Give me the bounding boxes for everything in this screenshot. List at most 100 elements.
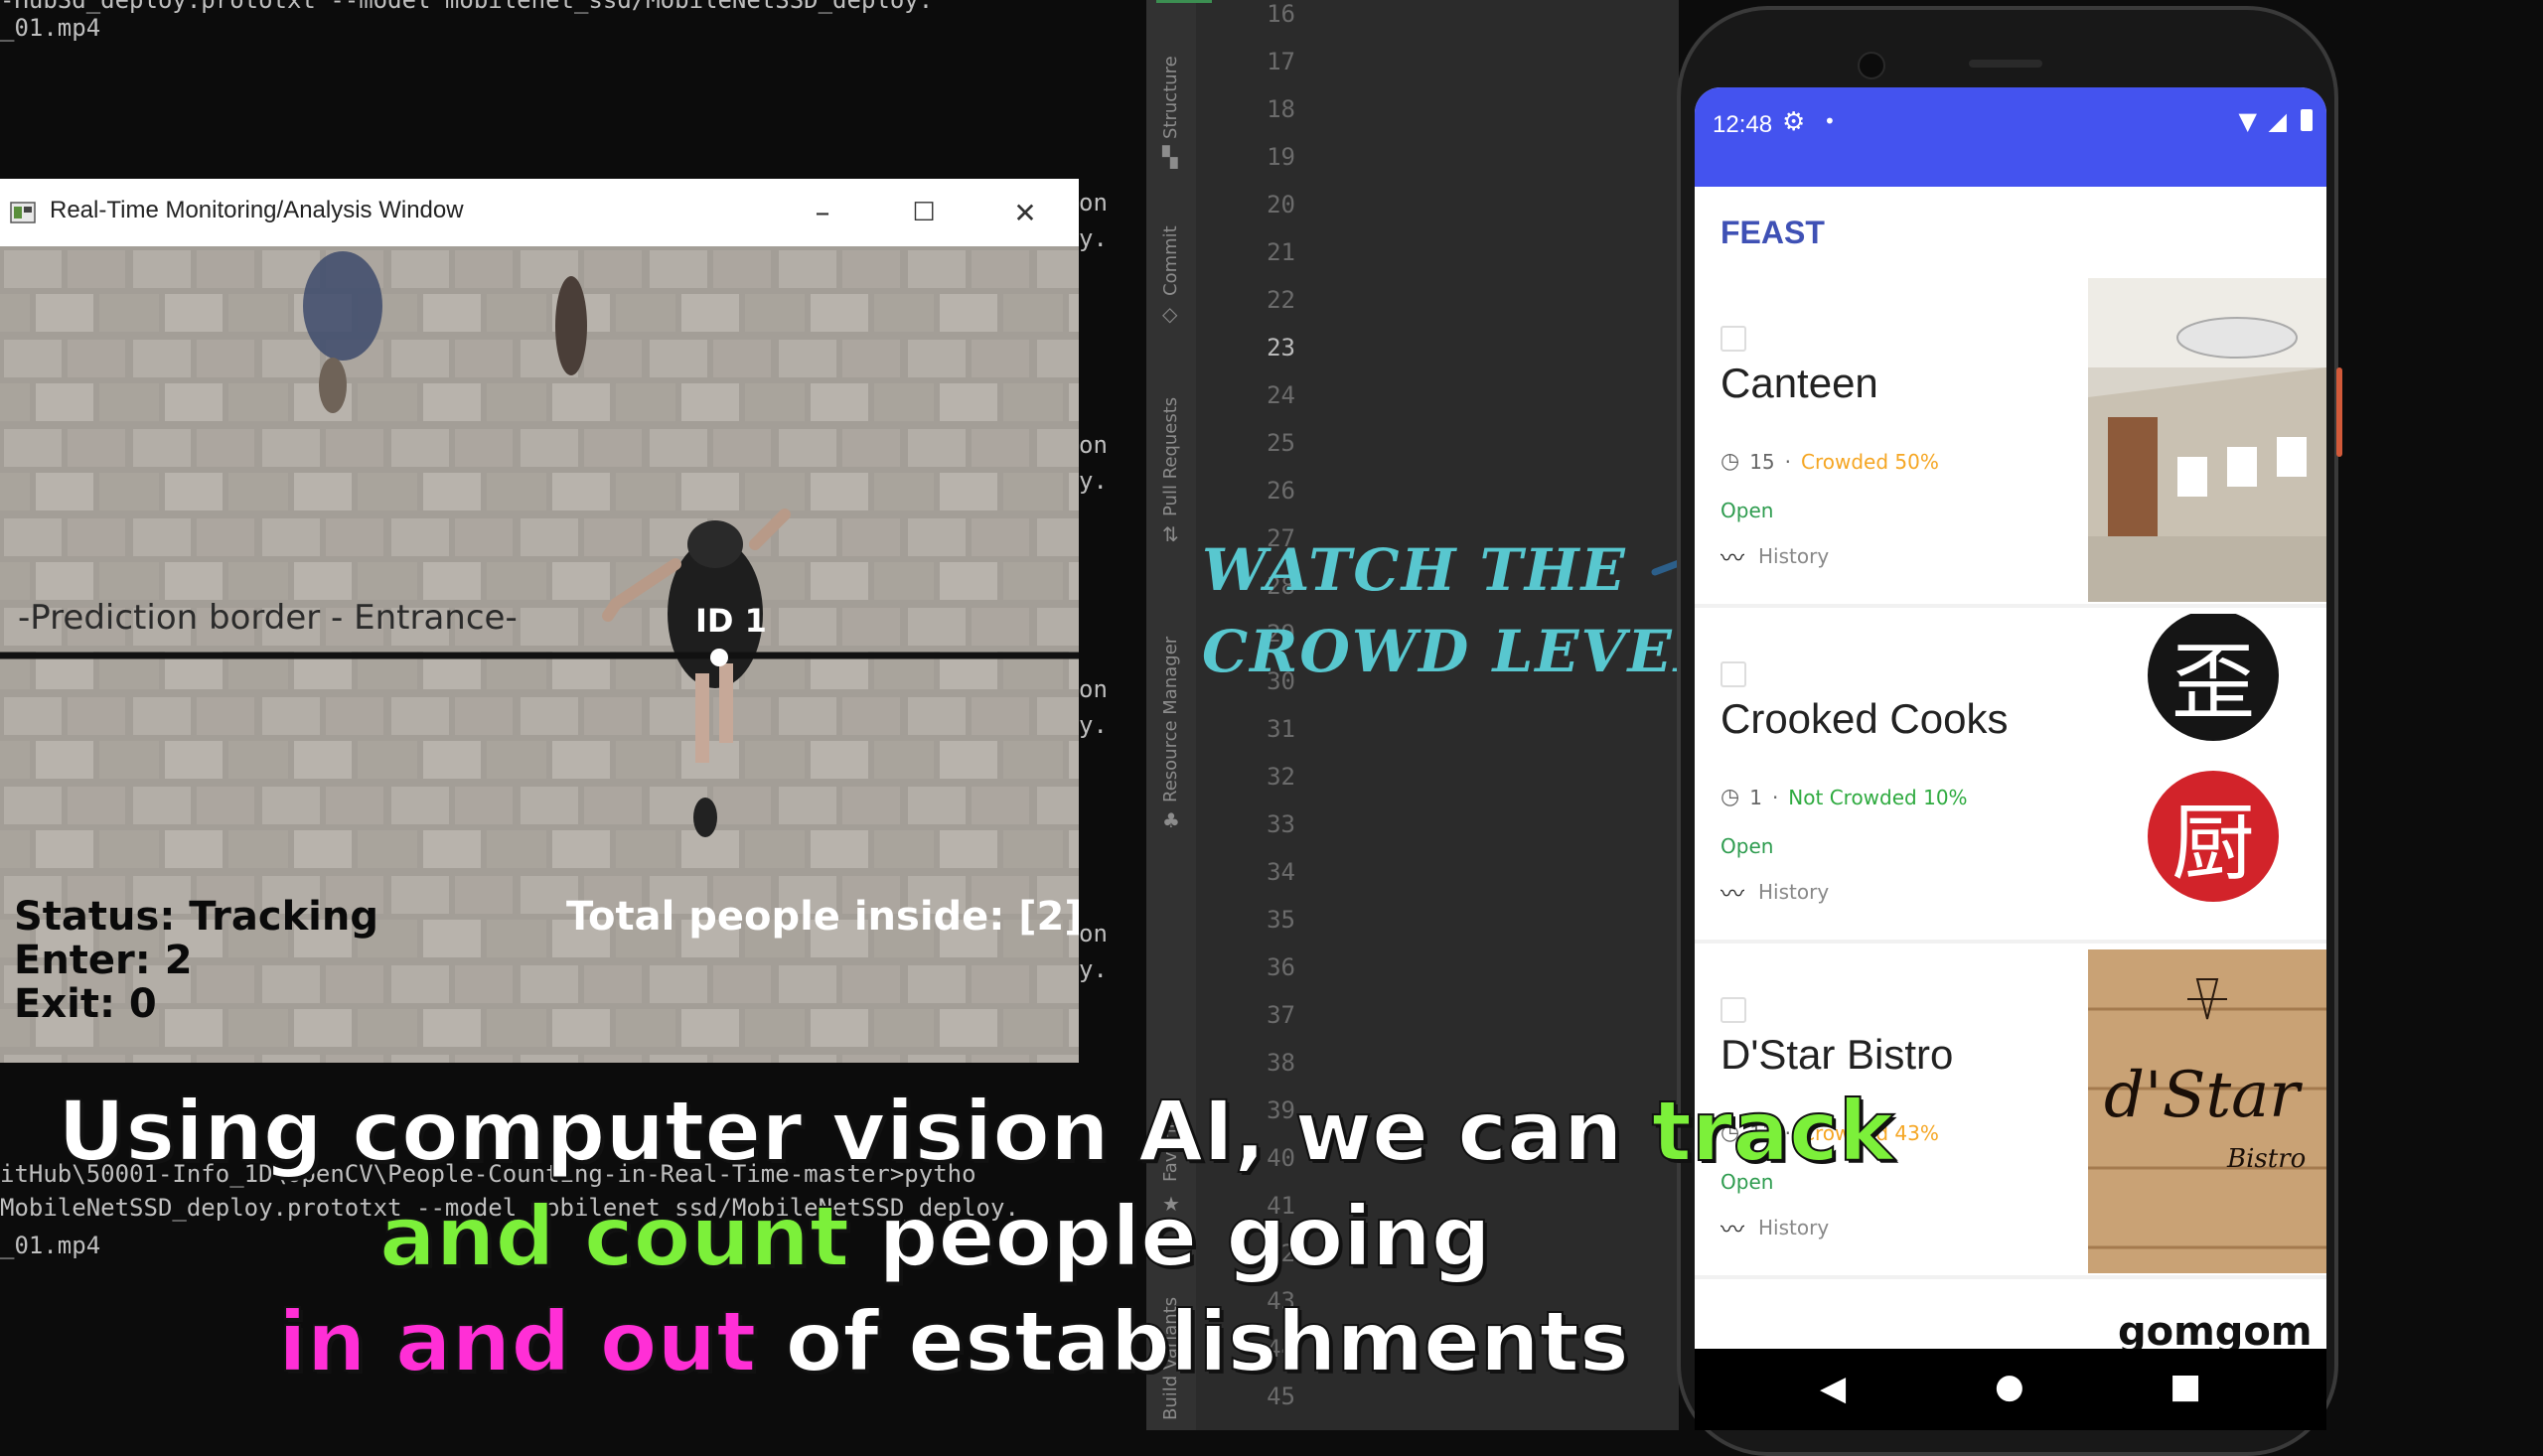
callout-line-1: WATCH THE: [1202, 536, 1627, 604]
minimize-button[interactable]: –: [773, 179, 872, 246]
line-number: 22: [1267, 286, 1295, 314]
close-button[interactable]: ✕: [975, 179, 1075, 246]
terminal-fragment: on: [1079, 920, 1108, 947]
card-divider: [1695, 940, 2326, 944]
notification-dot-icon: •: [1824, 109, 1836, 133]
total-people-inside: Total people inside: [2]: [566, 894, 1079, 940]
dstar-logo-text: d'Star: [2104, 1059, 2300, 1132]
structure-icon[interactable]: ▚: [1162, 145, 1177, 169]
separator-dot: ·: [1771, 785, 1779, 809]
favorite-checkbox[interactable]: [1720, 997, 1746, 1023]
line-number: 34: [1267, 858, 1295, 886]
favorite-checkbox[interactable]: [1720, 326, 1746, 352]
terminal-line: _01.mp4: [0, 1232, 101, 1259]
commit-icon[interactable]: ◇: [1162, 302, 1177, 326]
pull-request-icon[interactable]: ⇅: [1162, 522, 1179, 546]
history-label: History: [1758, 879, 1830, 904]
next-card-logo: gomgom: [2118, 1309, 2313, 1349]
subtitle-line-3: in and out of establishments: [277, 1292, 1630, 1391]
line-number: 31: [1267, 715, 1295, 743]
line-number: 21: [1267, 238, 1295, 266]
tool-structure[interactable]: Structure: [1160, 56, 1181, 139]
card-divider: [1695, 1275, 2326, 1279]
open-status: Open: [1720, 834, 1774, 858]
restaurant-name: Canteen: [1720, 360, 1878, 406]
clock-icon: ◷: [1720, 449, 1740, 474]
resource-manager-icon[interactable]: ♣: [1162, 808, 1180, 832]
line-number: 32: [1267, 763, 1295, 791]
maximize-button[interactable]: ☐: [874, 179, 973, 246]
crowd-level: Crowded 50%: [1801, 449, 1939, 474]
terminal-line: -HubSd_deploy.prototxt --model mobilenet…: [0, 0, 934, 14]
video-feed: -Prediction border - Entrance- ID 1 Stat…: [0, 246, 1079, 1063]
tool-commit[interactable]: Commit: [1160, 225, 1181, 296]
subtitle-text: of establishments: [756, 1292, 1630, 1391]
subtitle-highlight-green: and count: [378, 1187, 850, 1286]
canteen-photo: [2088, 278, 2326, 602]
terminal-line: _01.mp4: [0, 14, 101, 42]
app-title: FEAST: [1720, 215, 1825, 250]
restaurant-name: Crooked Cooks: [1720, 695, 2009, 742]
track-id-label: ID 1: [695, 602, 767, 640]
line-number: 26: [1267, 477, 1295, 505]
line-number: 16: [1267, 0, 1295, 28]
power-button[interactable]: [2336, 367, 2342, 457]
enter-count: Enter: 2: [14, 938, 193, 983]
trend-icon: 〰: [1720, 880, 1744, 908]
status-text: Status: Tracking: [14, 894, 378, 940]
tool-pull-requests[interactable]: Pull Requests: [1160, 397, 1181, 516]
line-number: 38: [1267, 1049, 1295, 1077]
crooked-logo-black: 歪: [2148, 614, 2279, 741]
back-icon[interactable]: ◀: [1820, 1369, 1846, 1408]
recents-icon[interactable]: ■: [2169, 1367, 2201, 1406]
terminal-fragment: y.: [1079, 467, 1108, 495]
separator-dot: ·: [1784, 449, 1792, 474]
window-title: Real-Time Monitoring/Analysis Window: [50, 197, 464, 223]
history-link[interactable]: 〰 History: [1720, 874, 1829, 909]
clock-icon: ◷: [1720, 785, 1740, 809]
restaurant-card-canteen[interactable]: Canteen ◷ 15 · Crowded 50% Open 〰 Histor…: [1695, 278, 2326, 606]
line-number: 18: [1267, 95, 1295, 123]
home-icon[interactable]: ●: [1995, 1367, 2024, 1406]
terminal-fragment: on: [1079, 675, 1108, 703]
callout-line-2: CROWD LEVEL!: [1202, 618, 1743, 685]
line-number: 17: [1267, 48, 1295, 75]
status-time: 12:48: [1713, 111, 1773, 138]
signal-icon: ◢: [2268, 107, 2287, 135]
subtitle-highlight-green: track: [1651, 1082, 1895, 1181]
restaurant-name: D'Star Bistro: [1720, 1031, 1954, 1078]
front-camera: [1858, 52, 1885, 79]
crooked-logo-red: 厨: [2148, 771, 2279, 902]
subtitle-line-2: and count people going: [378, 1187, 1492, 1286]
window-titlebar[interactable]: Real-Time Monitoring/Analysis Window – ☐…: [0, 179, 1079, 246]
trend-icon: 〰: [1720, 1216, 1744, 1243]
open-status: Open: [1720, 499, 1774, 522]
monitoring-window: Real-Time Monitoring/Analysis Window – ☐…: [0, 179, 1079, 1063]
history-link[interactable]: 〰 History: [1720, 1210, 1829, 1244]
wait-count: 1: [1749, 785, 1762, 809]
exit-count: Exit: 0: [14, 981, 157, 1027]
line-number: 37: [1267, 1001, 1295, 1029]
line-number: 20: [1267, 191, 1295, 218]
app-icon: [10, 202, 36, 223]
terminal-fragment: on: [1079, 189, 1108, 217]
line-number: 35: [1267, 906, 1295, 934]
line-number: 25: [1267, 429, 1295, 457]
favorite-checkbox[interactable]: [1720, 661, 1746, 687]
card-divider: [1695, 604, 2326, 608]
wifi-icon: ▼: [2238, 107, 2257, 135]
line-number: 19: [1267, 143, 1295, 171]
wait-info: ◷ 1 · Not Crowded 10%: [1720, 785, 1968, 809]
tool-resource-manager[interactable]: Resource Manager: [1160, 637, 1181, 802]
restaurant-card-crooked-cooks[interactable]: Crooked Cooks ◷ 1 · Not Crowded 10% Open…: [1695, 614, 2326, 942]
crooked-cooks-logos: 歪 厨: [2088, 614, 2326, 938]
dstar-logo-sub: Bistro: [2227, 1144, 2307, 1174]
history-link[interactable]: 〰 History: [1720, 538, 1829, 573]
history-label: History: [1758, 1215, 1830, 1239]
crowd-level: Not Crowded 10%: [1788, 785, 1968, 809]
android-nav-bar: ◀ ● ■: [1695, 1349, 2326, 1430]
current-line-number: 23: [1267, 334, 1295, 362]
dstar-photo: d'Star Bistro: [2088, 949, 2326, 1273]
active-indicator: [1156, 0, 1212, 3]
terminal-fragment: on: [1079, 431, 1108, 459]
